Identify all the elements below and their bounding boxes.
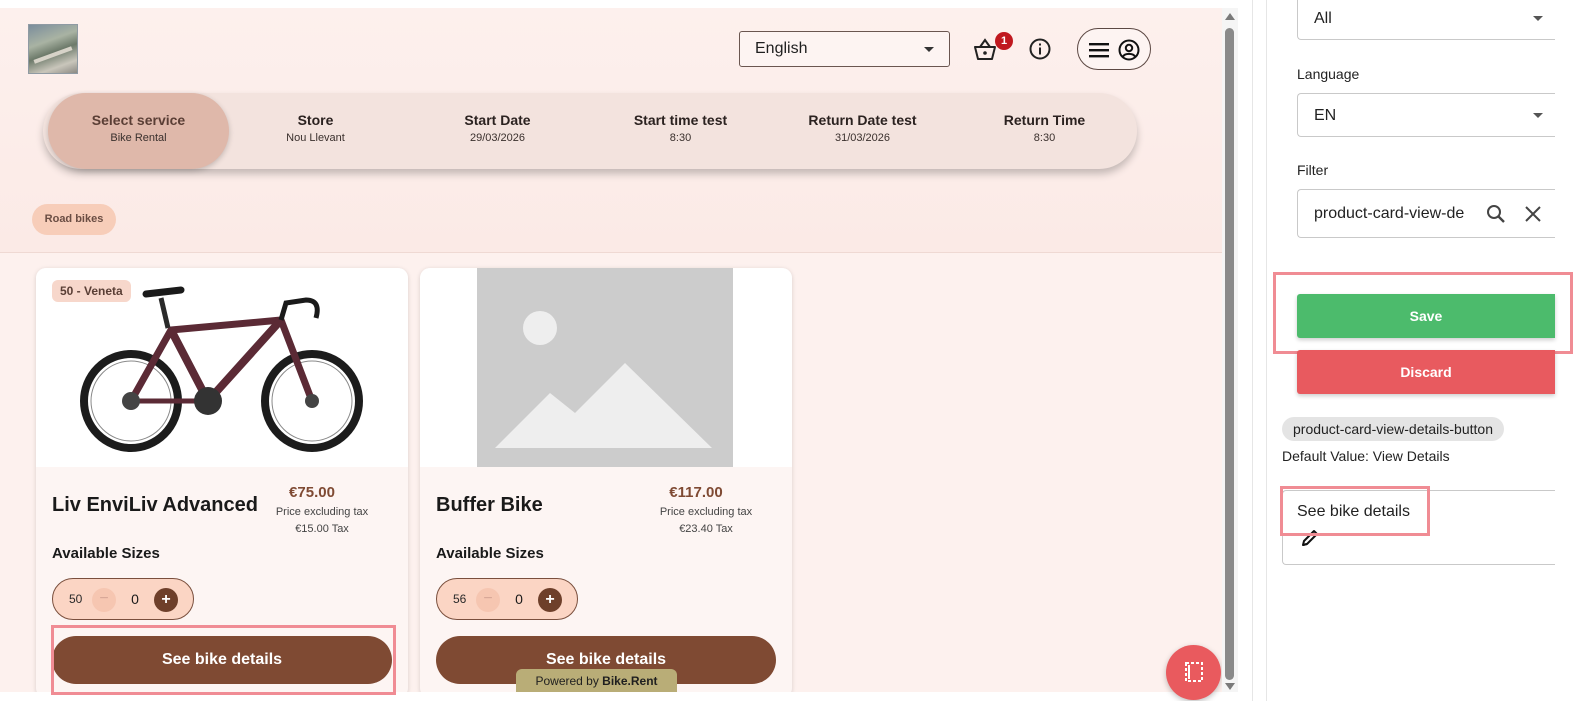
store-logo[interactable] xyxy=(28,24,78,74)
price-note: Price excluding tax xyxy=(275,506,369,518)
step-value: 31/03/2026 xyxy=(834,132,891,144)
price-tax: €23.40 Tax xyxy=(679,523,733,535)
image-placeholder-icon xyxy=(477,268,733,467)
save-button[interactable]: Save xyxy=(1297,294,1555,338)
step-start-time[interactable]: Start time test 8:30 xyxy=(598,93,763,169)
step-value: 8:30 xyxy=(1033,132,1056,144)
size-value: 56 xyxy=(453,592,467,606)
step-store[interactable]: Store Nou Llevant xyxy=(233,93,398,169)
increment-button[interactable]: + xyxy=(154,588,178,612)
step-select-service[interactable]: Select service Bike Rental xyxy=(48,93,229,169)
editor-language-select[interactable]: EN xyxy=(1297,93,1555,137)
step-return-date[interactable]: Return Date test 31/03/2026 xyxy=(780,93,945,169)
size-tag: 50 - Veneta xyxy=(52,280,131,302)
product-name: Buffer Bike xyxy=(436,494,543,516)
chevron-down-icon xyxy=(1533,113,1543,118)
panel-divider xyxy=(1266,0,1267,701)
step-title: Return Time xyxy=(1003,112,1086,128)
cart-count-badge: 1 xyxy=(995,32,1013,50)
translation-key-chip: product-card-view-details-button xyxy=(1282,417,1504,441)
step-value: Bike Rental xyxy=(110,132,167,144)
product-price: €75.00 xyxy=(289,484,335,501)
step-title: Return Date test xyxy=(808,112,917,128)
quantity-stepper: 50 − 0 + xyxy=(52,578,194,620)
chevron-down-icon xyxy=(1533,16,1543,21)
chevron-down-icon xyxy=(924,47,934,52)
product-price: €117.00 xyxy=(669,484,723,501)
quantity-value: 0 xyxy=(131,591,139,607)
decrement-button[interactable]: − xyxy=(476,588,500,612)
available-sizes-label: Available Sizes xyxy=(52,545,160,562)
size-value: 50 xyxy=(69,592,83,606)
product-name: Liv EnviLiv Advanced xyxy=(52,494,258,516)
step-value: 29/03/2026 xyxy=(469,132,526,144)
close-icon[interactable] xyxy=(1524,205,1542,223)
quantity-value: 0 xyxy=(515,591,523,607)
scope-select-value: All xyxy=(1314,10,1332,27)
product-card: 50 - Veneta Liv EnviLiv Advanced €75.00 … xyxy=(36,268,408,692)
filter-label: Filter xyxy=(1297,162,1329,178)
step-title: Start time test xyxy=(633,112,728,128)
step-start-date[interactable]: Start Date 29/03/2026 xyxy=(415,93,580,169)
booking-stepper: Select service Bike Rental Store Nou Lle… xyxy=(43,93,1137,169)
powered-brand: Bike.Rent xyxy=(602,674,658,688)
quantity-stepper: 56 − 0 + xyxy=(436,578,578,620)
filter-input[interactable]: product-card-view-de xyxy=(1297,189,1555,238)
editor-language-value: EN xyxy=(1314,107,1337,124)
scroll-up-arrow[interactable] xyxy=(1225,13,1235,20)
filter-input-value: product-card-view-de xyxy=(1314,205,1465,222)
scroll-down-arrow[interactable] xyxy=(1225,683,1235,690)
step-title: Start Date xyxy=(464,112,531,128)
language-select[interactable]: English xyxy=(739,31,950,67)
default-value-text: Default Value: View Details xyxy=(1282,448,1450,464)
language-label: Language xyxy=(1297,66,1360,82)
discard-button[interactable]: Discard xyxy=(1297,350,1555,394)
price-note: Price excluding tax xyxy=(659,506,753,518)
product-image[interactable] xyxy=(420,268,792,467)
translate-editor-icon xyxy=(1185,662,1203,682)
increment-button[interactable]: + xyxy=(538,588,562,612)
booking-app: English 1 Select service Bike Rental Sto… xyxy=(0,8,1222,692)
scope-select[interactable]: All xyxy=(1297,0,1555,40)
decrement-button[interactable]: − xyxy=(92,588,116,612)
step-value: 8:30 xyxy=(669,132,692,144)
account-icon xyxy=(1118,39,1140,61)
translation-edit-box[interactable]: See bike details xyxy=(1282,490,1555,565)
info-icon[interactable] xyxy=(1028,37,1052,61)
category-chip-road-bikes[interactable]: Road bikes xyxy=(32,204,116,235)
step-title: Select service xyxy=(91,112,186,128)
available-sizes-label: Available Sizes xyxy=(436,545,544,562)
search-icon[interactable] xyxy=(1486,204,1506,224)
translation-value: See bike details xyxy=(1297,503,1410,520)
account-menu-button[interactable] xyxy=(1077,28,1151,70)
step-return-time[interactable]: Return Time 8:30 xyxy=(962,93,1127,169)
price-tax: €15.00 Tax xyxy=(295,523,349,535)
scrollbar-thumb[interactable] xyxy=(1225,28,1234,680)
language-select-value: English xyxy=(755,40,808,57)
powered-prefix: Powered by xyxy=(535,674,603,688)
translate-editor-fab[interactable] xyxy=(1166,645,1221,700)
hamburger-icon xyxy=(1089,43,1109,58)
see-bike-details-button[interactable]: See bike details xyxy=(52,636,392,684)
panel-divider xyxy=(1252,0,1253,701)
pencil-icon[interactable] xyxy=(1299,527,1321,549)
step-title: Store xyxy=(297,112,334,128)
product-card: Buffer Bike €117.00 Price excluding tax … xyxy=(420,268,792,692)
step-value: Nou Llevant xyxy=(286,132,345,144)
powered-by-badge[interactable]: Powered by Bike.Rent xyxy=(516,669,677,692)
